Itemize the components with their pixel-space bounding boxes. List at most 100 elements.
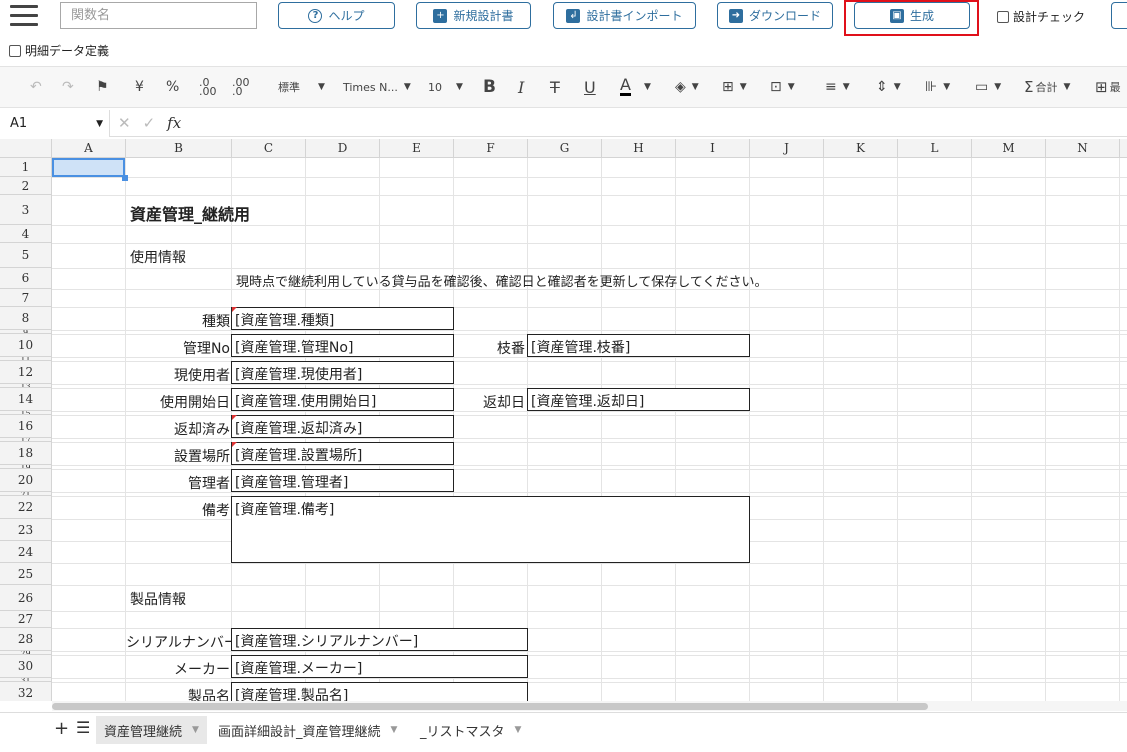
sheet-list-icon[interactable]: ☰ — [76, 718, 90, 737]
column-header[interactable]: N — [1046, 139, 1120, 158]
vertical-align-icon[interactable]: ⇕ ▼ — [876, 76, 901, 98]
decrease-decimal-icon[interactable]: .00 .0 — [232, 76, 250, 98]
row-header[interactable]: 25 — [0, 563, 52, 585]
select-all-corner[interactable] — [0, 139, 52, 158]
column-header[interactable]: H — [602, 139, 676, 158]
chevron-down-icon[interactable]: ▼ — [644, 76, 651, 98]
scrollbar-thumb[interactable] — [52, 703, 928, 710]
formula-bar[interactable]: ✕ ✓ fx — [110, 110, 1127, 137]
row-header[interactable]: 14 — [0, 388, 52, 411]
chevron-down-icon[interactable]: ▼ — [391, 725, 398, 735]
chevron-down-icon[interactable]: ▼ — [96, 119, 103, 129]
font-color-icon[interactable]: A — [620, 75, 631, 96]
selected-cell-a1[interactable] — [52, 158, 125, 177]
add-sheet-icon[interactable]: + — [54, 718, 69, 739]
font-family-select[interactable]: Times N... ▼ — [343, 76, 411, 98]
column-header[interactable]: G — [528, 139, 602, 158]
fill-handle[interactable] — [122, 175, 128, 181]
number-format-select[interactable]: 標準 ▼ — [278, 76, 325, 98]
comment-icon[interactable]: ▭ ▼ — [975, 76, 1001, 98]
row-header[interactable]: 27 — [0, 611, 52, 628]
row-header[interactable]: 32 — [0, 682, 52, 701]
percent-icon[interactable]: % — [166, 76, 179, 98]
strikethrough-icon[interactable]: T — [550, 76, 560, 98]
column-header[interactable]: K — [824, 139, 898, 158]
sum-icon[interactable]: Σ 合計 ▼ — [1024, 76, 1070, 98]
column-header[interactable]: I — [676, 139, 750, 158]
field-kind[interactable]: [資産管理.種類] — [231, 307, 454, 330]
column-header[interactable]: D — [306, 139, 380, 158]
field-mgmt-no[interactable]: [資産管理.管理No] — [231, 334, 454, 357]
detail-data-checkbox[interactable]: 明細データ定義 — [9, 42, 109, 59]
field-user[interactable]: [資産管理.現使用者] — [231, 361, 454, 384]
column-header[interactable] — [1120, 139, 1127, 158]
row-header[interactable]: 4 — [0, 225, 52, 243]
text-direction-icon[interactable]: ⊪ ▼ — [925, 76, 950, 98]
row-header[interactable]: 18 — [0, 442, 52, 465]
row-header[interactable]: 20 — [0, 469, 52, 492]
fill-color-icon[interactable]: ◈ ▼ — [675, 76, 699, 98]
design-check-checkbox[interactable]: 設計チェック — [997, 8, 1085, 25]
undo-icon[interactable]: ↶ — [30, 76, 42, 98]
row-header[interactable]: 7 — [0, 289, 52, 307]
merge-cells-icon[interactable]: ⊡ ▼ — [770, 76, 795, 98]
underline-icon[interactable]: U — [584, 76, 596, 98]
overflow-button[interactable] — [1111, 2, 1127, 29]
cancel-icon[interactable]: ✕ — [118, 114, 131, 132]
column-header[interactable]: B — [126, 139, 232, 158]
align-left-icon[interactable]: ≡ ▼ — [825, 76, 850, 98]
download-button[interactable]: ➜ ダウンロード — [717, 2, 833, 29]
row-header[interactable]: 10 — [0, 334, 52, 357]
function-name-input[interactable] — [60, 2, 257, 29]
field-serial[interactable]: [資産管理.シリアルナンバー] — [231, 628, 528, 651]
checkbox-box[interactable] — [9, 44, 21, 57]
field-returned[interactable]: [資産管理.返却済み] — [231, 415, 454, 438]
row-header[interactable]: 2 — [0, 177, 52, 195]
column-header[interactable]: J — [750, 139, 824, 158]
field-product[interactable]: [資産管理.製品名] — [231, 682, 528, 701]
confirm-icon[interactable]: ✓ — [143, 114, 156, 132]
row-header[interactable]: 12 — [0, 361, 52, 384]
field-remarks[interactable]: [資産管理.備考] — [231, 496, 750, 563]
row-header[interactable]: 22 — [0, 496, 52, 519]
spreadsheet-grid[interactable]: A B C D E F G H I J K L M N 1 2 3 4 5 6 … — [0, 139, 1127, 701]
row-header[interactable]: 24 — [0, 541, 52, 563]
row-header[interactable]: 8 — [0, 307, 52, 330]
row-header[interactable]: 5 — [0, 243, 52, 268]
generate-button[interactable]: ▣ 生成 — [854, 2, 970, 29]
row-header[interactable]: 6 — [0, 268, 52, 289]
border-icon[interactable]: ⊞ ▼ — [722, 76, 747, 98]
row-header[interactable]: 30 — [0, 655, 52, 678]
format-painter-icon[interactable]: ⚑ — [96, 76, 109, 98]
row-header[interactable]: 26 — [0, 585, 52, 611]
column-header[interactable]: F — [454, 139, 528, 158]
redo-icon[interactable]: ↷ — [62, 76, 74, 98]
chevron-down-icon[interactable]: ▼ — [192, 725, 199, 735]
field-location[interactable]: [資産管理.設置場所] — [231, 442, 454, 465]
chevron-down-icon[interactable]: ▼ — [515, 725, 522, 735]
row-header[interactable]: 1 — [0, 158, 52, 177]
checkbox-box[interactable] — [997, 10, 1009, 23]
column-header[interactable]: C — [232, 139, 306, 158]
row-header[interactable]: 3 — [0, 195, 52, 225]
sheet-tab-list-master[interactable]: _リストマスタ ▼ — [412, 716, 529, 744]
field-branch[interactable]: [資産管理.枝番] — [527, 334, 750, 357]
horizontal-scrollbar[interactable] — [52, 701, 1127, 711]
sheet-tab-screen-design[interactable]: 画面詳細設計_資産管理継続 ▼ — [210, 716, 405, 744]
field-return-date[interactable]: [資産管理.返却日] — [527, 388, 750, 411]
row-header[interactable]: 16 — [0, 415, 52, 438]
font-size-select[interactable]: 10 ▼ — [428, 76, 463, 98]
bold-icon[interactable]: B — [483, 76, 496, 98]
field-manager[interactable]: [資産管理.管理者] — [231, 469, 454, 492]
menu-icon[interactable] — [10, 5, 38, 27]
sheet-tab-asset-continue[interactable]: 資産管理継続 ▼ — [96, 716, 207, 744]
help-button[interactable]: ? ヘルプ — [278, 2, 395, 29]
italic-icon[interactable]: I — [518, 76, 524, 98]
fx-icon[interactable]: fx — [167, 114, 181, 132]
freeze-panes-icon[interactable]: ⊞ 最 — [1095, 76, 1121, 98]
increase-decimal-icon[interactable]: .0 .00 — [199, 76, 217, 98]
import-design-button[interactable]: ↲ 設計書インポート — [553, 2, 696, 29]
row-header[interactable]: 23 — [0, 519, 52, 541]
column-header[interactable]: M — [972, 139, 1046, 158]
field-maker[interactable]: [資産管理.メーカー] — [231, 655, 528, 678]
